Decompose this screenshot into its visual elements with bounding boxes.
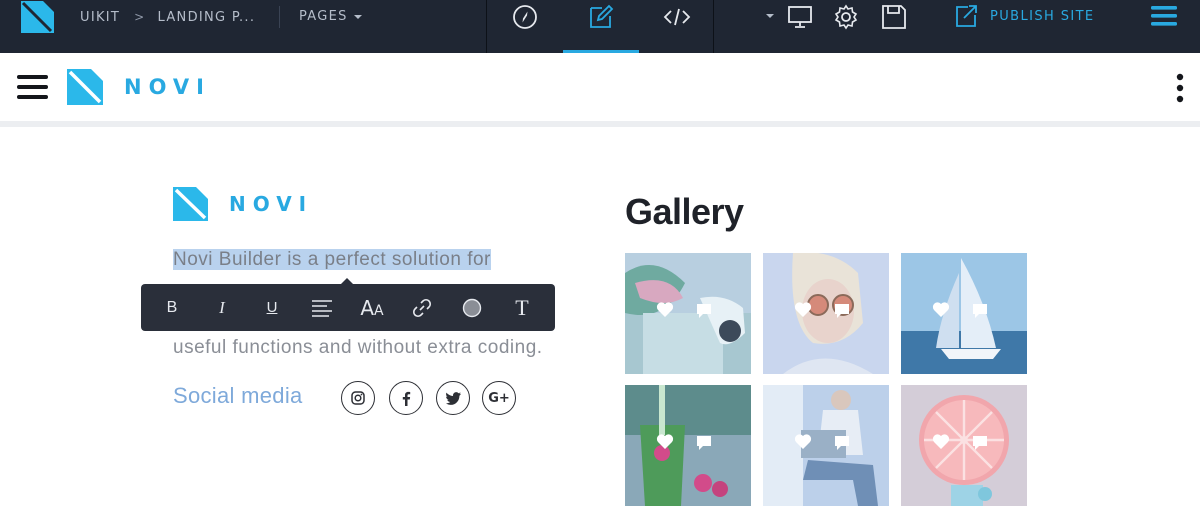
save-icon[interactable] [881,4,907,30]
twitter-icon [445,391,461,405]
breadcrumb-item-uikit[interactable]: UIKIT [80,10,120,25]
gallery-item[interactable] [763,385,889,506]
header-brand[interactable]: NOVI [67,69,211,105]
comment-icon[interactable] [973,304,987,318]
publish-site-button[interactable]: PUBLISH SITE [954,4,1095,28]
gallery-item[interactable] [901,253,1027,374]
device-dropdown-caret-icon[interactable] [766,14,774,18]
breadcrumb: UIKIT > LANDING P... [80,9,255,25]
underline-button[interactable]: U [249,284,295,331]
link-button[interactable] [399,284,445,331]
about-brand[interactable]: NOVI [173,187,313,221]
gallery-overlay [656,302,711,318]
gallery-item[interactable] [625,253,751,374]
chevron-right-icon: > [134,10,146,24]
gallery-item[interactable] [625,385,751,506]
divider [279,6,280,28]
google-plus-icon: G+ [488,390,510,406]
gallery-item[interactable] [901,385,1027,506]
about-text-line-3[interactable]: useful functions and without extra codin… [173,334,593,362]
external-link-icon [956,5,977,27]
font-size-button[interactable]: AA [349,284,395,331]
novi-logo-icon [173,187,208,221]
breadcrumb-item-landing[interactable]: LANDING P... [158,10,256,25]
editor-toolbar: UIKIT > LANDING P... PAGES PUBLISH SITE [0,0,1200,53]
novi-logo-icon [67,69,103,105]
code-mode-button[interactable] [639,0,715,53]
like-icon[interactable] [656,302,674,317]
site-header: NOVI [0,53,1200,121]
settings-icon[interactable] [833,4,859,30]
hamburger-menu-icon[interactable] [17,75,48,100]
like-icon[interactable] [656,434,674,449]
italic-button[interactable]: I [199,284,245,331]
gallery-overlay [794,434,849,450]
like-icon[interactable] [932,434,950,449]
pages-label: PAGES [299,9,348,24]
instagram-button[interactable] [341,381,375,415]
mode-switcher [486,0,714,53]
navigate-mode-button[interactable] [487,0,563,53]
align-left-icon [312,299,332,317]
instagram-icon [351,391,365,405]
social-media-label: Social media [173,383,303,408]
facebook-icon [402,391,411,406]
color-circle-icon [462,298,482,317]
comment-icon[interactable] [835,304,849,318]
like-icon[interactable] [794,302,812,317]
comment-icon[interactable] [697,436,711,450]
gallery-overlay [794,302,849,318]
publish-label: PUBLISH SITE [990,8,1095,24]
align-button[interactable] [299,284,345,331]
bold-button[interactable]: B [149,284,195,331]
text-style-button[interactable]: T [499,284,545,331]
pages-dropdown[interactable]: PAGES [299,9,362,24]
like-icon[interactable] [794,434,812,449]
about-text-line-1[interactable]: Novi Builder is a perfect solution for [173,246,593,274]
gallery-title: Gallery [625,191,744,232]
gallery-overlay [656,434,711,450]
gallery-overlay [932,434,987,450]
font-size-icon: AA [360,295,384,320]
text-format-toolbar: B I U AA T [141,278,555,331]
text-color-button[interactable] [449,284,495,331]
brand-name: NOVI [229,192,314,216]
brand-name: NOVI [124,75,211,99]
selected-text: Novi Builder is a perfect solution for [173,249,491,270]
menu-icon[interactable] [1151,5,1177,27]
novi-logo-icon[interactable] [21,1,54,33]
code-icon [663,8,691,26]
compass-icon [513,5,537,29]
more-vertical-icon[interactable] [1175,73,1185,103]
link-icon [412,298,432,317]
gallery-overlay [932,302,987,318]
like-icon[interactable] [932,302,950,317]
comment-icon[interactable] [835,436,849,450]
device-preview-icon[interactable] [787,4,813,30]
design-mode-button[interactable] [563,0,639,53]
header-divider [0,121,1200,127]
gallery-item[interactable] [763,253,889,374]
twitter-button[interactable] [436,381,470,415]
comment-icon[interactable] [697,304,711,318]
facebook-button[interactable] [389,381,423,415]
pencil-icon [590,4,614,28]
google-plus-button[interactable]: G+ [482,381,516,415]
chevron-down-icon [353,14,362,19]
comment-icon[interactable] [973,436,987,450]
